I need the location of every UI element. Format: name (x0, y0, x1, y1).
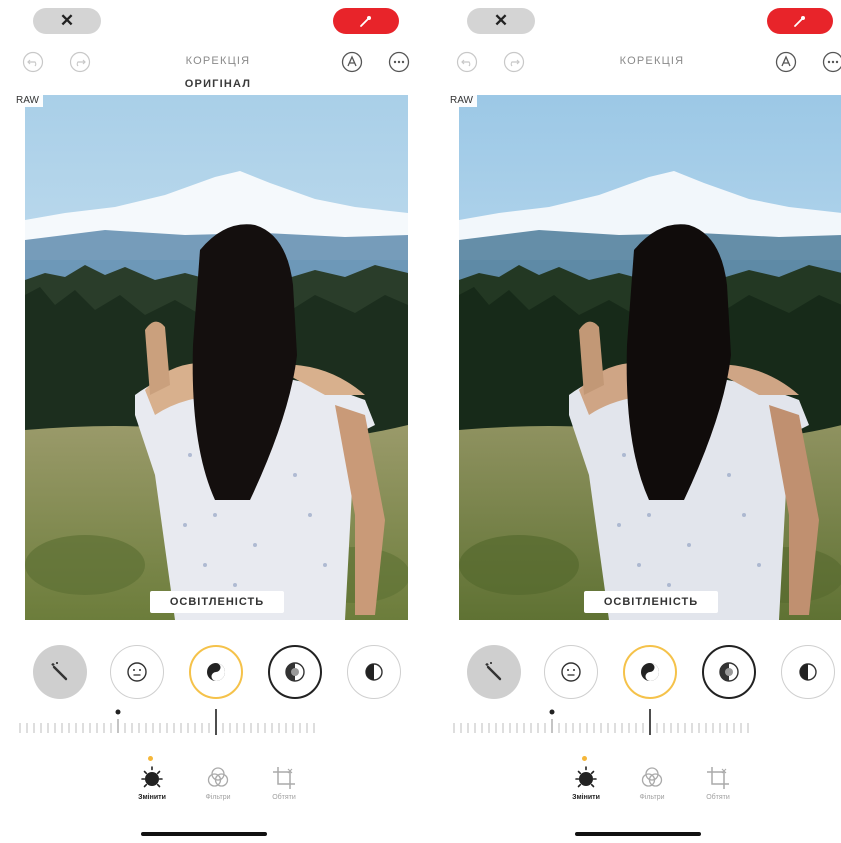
highlights-icon (365, 663, 383, 681)
face-icon (561, 662, 581, 682)
tab-adjust[interactable]: Змінити (124, 765, 180, 801)
tab-adjust-label: Змінити (572, 794, 600, 801)
raw-badge: RAW (446, 94, 477, 107)
auto-icon (775, 51, 797, 73)
adjust-icon (575, 766, 597, 788)
tab-filters[interactable]: Фільтри (190, 765, 246, 801)
parameter-label: ОСВІТЛЕНІСТЬ (584, 591, 718, 613)
tab-filters[interactable]: Фільтри (624, 765, 680, 801)
tab-filters-label: Фільтри (205, 794, 231, 801)
photo-canvas[interactable] (459, 95, 841, 620)
adjustment-slider[interactable] (452, 705, 752, 737)
filters-icon (207, 767, 229, 787)
magic-wand-icon (360, 16, 371, 27)
tool-auto-enhance[interactable] (467, 645, 521, 699)
more-icon (388, 51, 410, 73)
raw-badge: RAW (12, 94, 43, 107)
tool-highlights[interactable] (781, 645, 835, 699)
tool-exposure-face[interactable] (544, 645, 598, 699)
tab-crop[interactable]: Обтяти (256, 765, 312, 801)
face-icon (127, 662, 147, 682)
active-tab-indicator (582, 756, 587, 761)
highlights-icon (799, 663, 817, 681)
editor-panel-original: ✕ КОРЕКЦІЯ ОРИГІНАЛ RAW ОСВІТЛЕНІСТЬ Змі… (0, 0, 420, 843)
home-indicator (141, 832, 267, 836)
tab-crop[interactable]: Обтяти (690, 765, 746, 801)
brilliance-icon (719, 662, 739, 682)
close-icon: ✕ (493, 11, 509, 30)
tab-adjust[interactable]: Змінити (558, 765, 614, 801)
more-button[interactable] (822, 51, 841, 73)
tab-filters-label: Фільтри (639, 794, 665, 801)
tab-adjust-label: Змінити (138, 794, 166, 801)
adjustment-slider[interactable] (18, 705, 318, 737)
crop-icon (273, 767, 295, 789)
photo-scene-image (459, 95, 841, 620)
cancel-button[interactable]: ✕ (467, 8, 535, 34)
tool-brightness[interactable] (189, 645, 243, 699)
tool-brightness[interactable] (623, 645, 677, 699)
crop-icon (707, 767, 729, 789)
more-icon (822, 51, 841, 73)
editor-panel-edited: ✕ КОРЕКЦІЯ RAW ОСВІТЛЕНІСТЬ Змінити Філь… (434, 0, 841, 843)
tool-brilliance[interactable] (268, 645, 322, 699)
auto-button[interactable] (341, 51, 363, 73)
tab-crop-label: Обтяти (706, 794, 730, 801)
auto-enhance-icon (485, 662, 502, 681)
parameter-label: ОСВІТЛЕНІСТЬ (150, 591, 284, 613)
page-title: КОРЕКЦІЯ (185, 55, 251, 67)
exposure-icon (641, 663, 659, 681)
auto-button[interactable] (775, 51, 797, 73)
magic-wand-icon (794, 16, 805, 27)
slider-ticks (453, 709, 749, 735)
home-indicator (575, 832, 701, 836)
cancel-button[interactable]: ✕ (33, 8, 101, 34)
photo-canvas[interactable] (25, 95, 408, 620)
filters-icon (641, 767, 663, 787)
brilliance-icon (285, 662, 305, 682)
tool-highlights[interactable] (347, 645, 401, 699)
more-button[interactable] (388, 51, 410, 73)
tool-exposure-face[interactable] (110, 645, 164, 699)
slider-ticks (19, 709, 315, 735)
auto-icon (341, 51, 363, 73)
adjust-icon (141, 766, 163, 788)
done-button[interactable] (333, 8, 399, 34)
close-icon: ✕ (59, 11, 75, 30)
exposure-icon (207, 663, 225, 681)
tab-crop-label: Обтяти (272, 794, 296, 801)
photo-scene-image (25, 95, 408, 620)
active-tab-indicator (148, 756, 153, 761)
done-button[interactable] (767, 8, 833, 34)
tool-auto-enhance[interactable] (33, 645, 87, 699)
tool-brilliance[interactable] (702, 645, 756, 699)
original-label: ОРИГІНАЛ (184, 78, 252, 90)
auto-enhance-icon (51, 662, 68, 681)
